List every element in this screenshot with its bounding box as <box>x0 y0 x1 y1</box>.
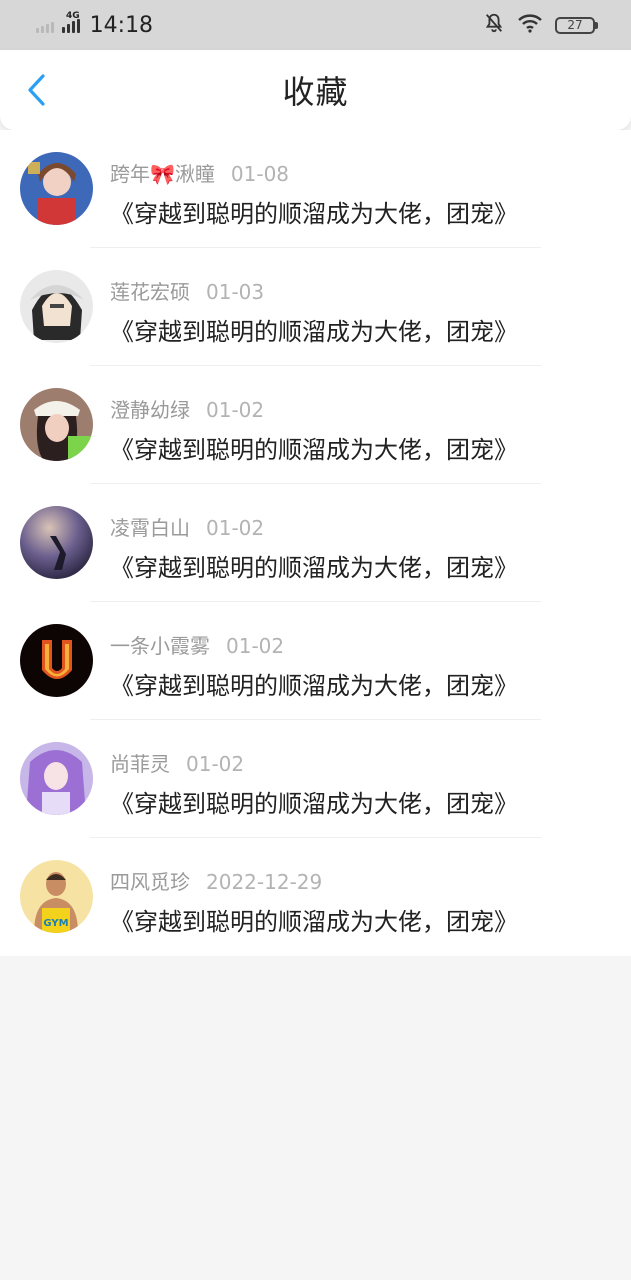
item-meta: 跨年🎀湫瞳 01-08 <box>110 158 289 187</box>
page-header: 收藏 <box>0 50 631 130</box>
date: 01-02 <box>206 516 265 540</box>
avatar[interactable] <box>20 270 93 343</box>
favorite-text: 《穿越到聪明的顺溜成为大佬，团宠》 <box>110 436 518 464</box>
list-item[interactable]: 尚菲灵 01-02 《穿越到聪明的顺溜成为大佬，团宠》 <box>0 720 631 838</box>
username: 四风觅珍 <box>110 870 190 894</box>
back-button[interactable] <box>18 72 54 108</box>
date: 01-03 <box>206 280 265 304</box>
favorite-text: 《穿越到聪明的顺溜成为大佬，团宠》 <box>110 554 518 582</box>
page-title: 收藏 <box>282 73 349 111</box>
favorite-text: 《穿越到聪明的顺溜成为大佬，团宠》 <box>110 200 518 228</box>
avatar[interactable] <box>20 388 93 461</box>
wifi-icon <box>517 13 543 37</box>
date: 01-02 <box>226 634 285 658</box>
avatar[interactable] <box>20 624 93 697</box>
date: 01-02 <box>186 752 245 776</box>
status-bar: 4G 14:18 27 <box>0 0 631 50</box>
item-meta: 四风觅珍 2022-12-29 <box>110 866 322 895</box>
item-meta: 澄静幼绿 01-02 <box>110 394 264 423</box>
favorite-text: 《穿越到聪明的顺溜成为大佬，团宠》 <box>110 908 518 936</box>
list-item[interactable]: 跨年🎀湫瞳 01-08 《穿越到聪明的顺溜成为大佬，团宠》 <box>0 130 631 248</box>
avatar[interactable] <box>20 152 93 225</box>
item-meta: 一条小霞雾 01-02 <box>110 630 284 659</box>
favorite-text: 《穿越到聪明的顺溜成为大佬，团宠》 <box>110 318 518 346</box>
username: 莲花宏硕 <box>110 280 190 304</box>
username: 跨年🎀湫瞳 <box>110 162 215 186</box>
favorite-text: 《穿越到聪明的顺溜成为大佬，团宠》 <box>110 790 518 818</box>
date: 2022-12-29 <box>206 870 323 894</box>
battery-icon: 27 <box>555 16 598 34</box>
list-item[interactable]: GYM 四风觅珍 2022-12-29 《穿越到聪明的顺溜成为大佬，团宠》 <box>0 838 631 956</box>
username: 一条小霞雾 <box>110 634 210 658</box>
favorites-list: 跨年🎀湫瞳 01-08 《穿越到聪明的顺溜成为大佬，团宠》 莲花宏硕 01-03 《… <box>0 130 631 956</box>
date: 01-02 <box>206 398 265 422</box>
signal-weak-icon <box>36 17 54 33</box>
list-item[interactable]: 凌霄白山 01-02 《穿越到聪明的顺溜成为大佬，团宠》 <box>0 484 631 602</box>
username: 凌霄白山 <box>110 516 190 540</box>
list-item[interactable]: 一条小霞雾 01-02 《穿越到聪明的顺溜成为大佬，团宠》 <box>0 602 631 720</box>
username: 尚菲灵 <box>110 752 170 776</box>
status-time: 14:18 <box>89 12 154 38</box>
avatar[interactable] <box>20 742 93 815</box>
item-meta: 凌霄白山 01-02 <box>110 512 264 541</box>
item-meta: 尚菲灵 01-02 <box>110 748 244 777</box>
chevron-left-icon <box>28 74 45 106</box>
avatar[interactable]: GYM <box>20 860 93 933</box>
list-item[interactable]: 莲花宏硕 01-03 《穿越到聪明的顺溜成为大佬，团宠》 <box>0 248 631 366</box>
empty-area <box>0 956 631 1280</box>
date: 01-08 <box>230 162 290 186</box>
item-meta: 莲花宏硕 01-03 <box>110 276 264 305</box>
list-item[interactable]: 澄静幼绿 01-02 《穿越到聪明的顺溜成为大佬，团宠》 <box>0 366 631 484</box>
network-label: 4G <box>66 11 80 21</box>
bell-muted-icon <box>483 12 505 38</box>
username: 澄静幼绿 <box>110 398 190 422</box>
favorite-text: 《穿越到聪明的顺溜成为大佬，团宠》 <box>110 672 518 700</box>
svg-text:GYM: GYM <box>43 918 68 929</box>
avatar[interactable] <box>20 506 93 579</box>
